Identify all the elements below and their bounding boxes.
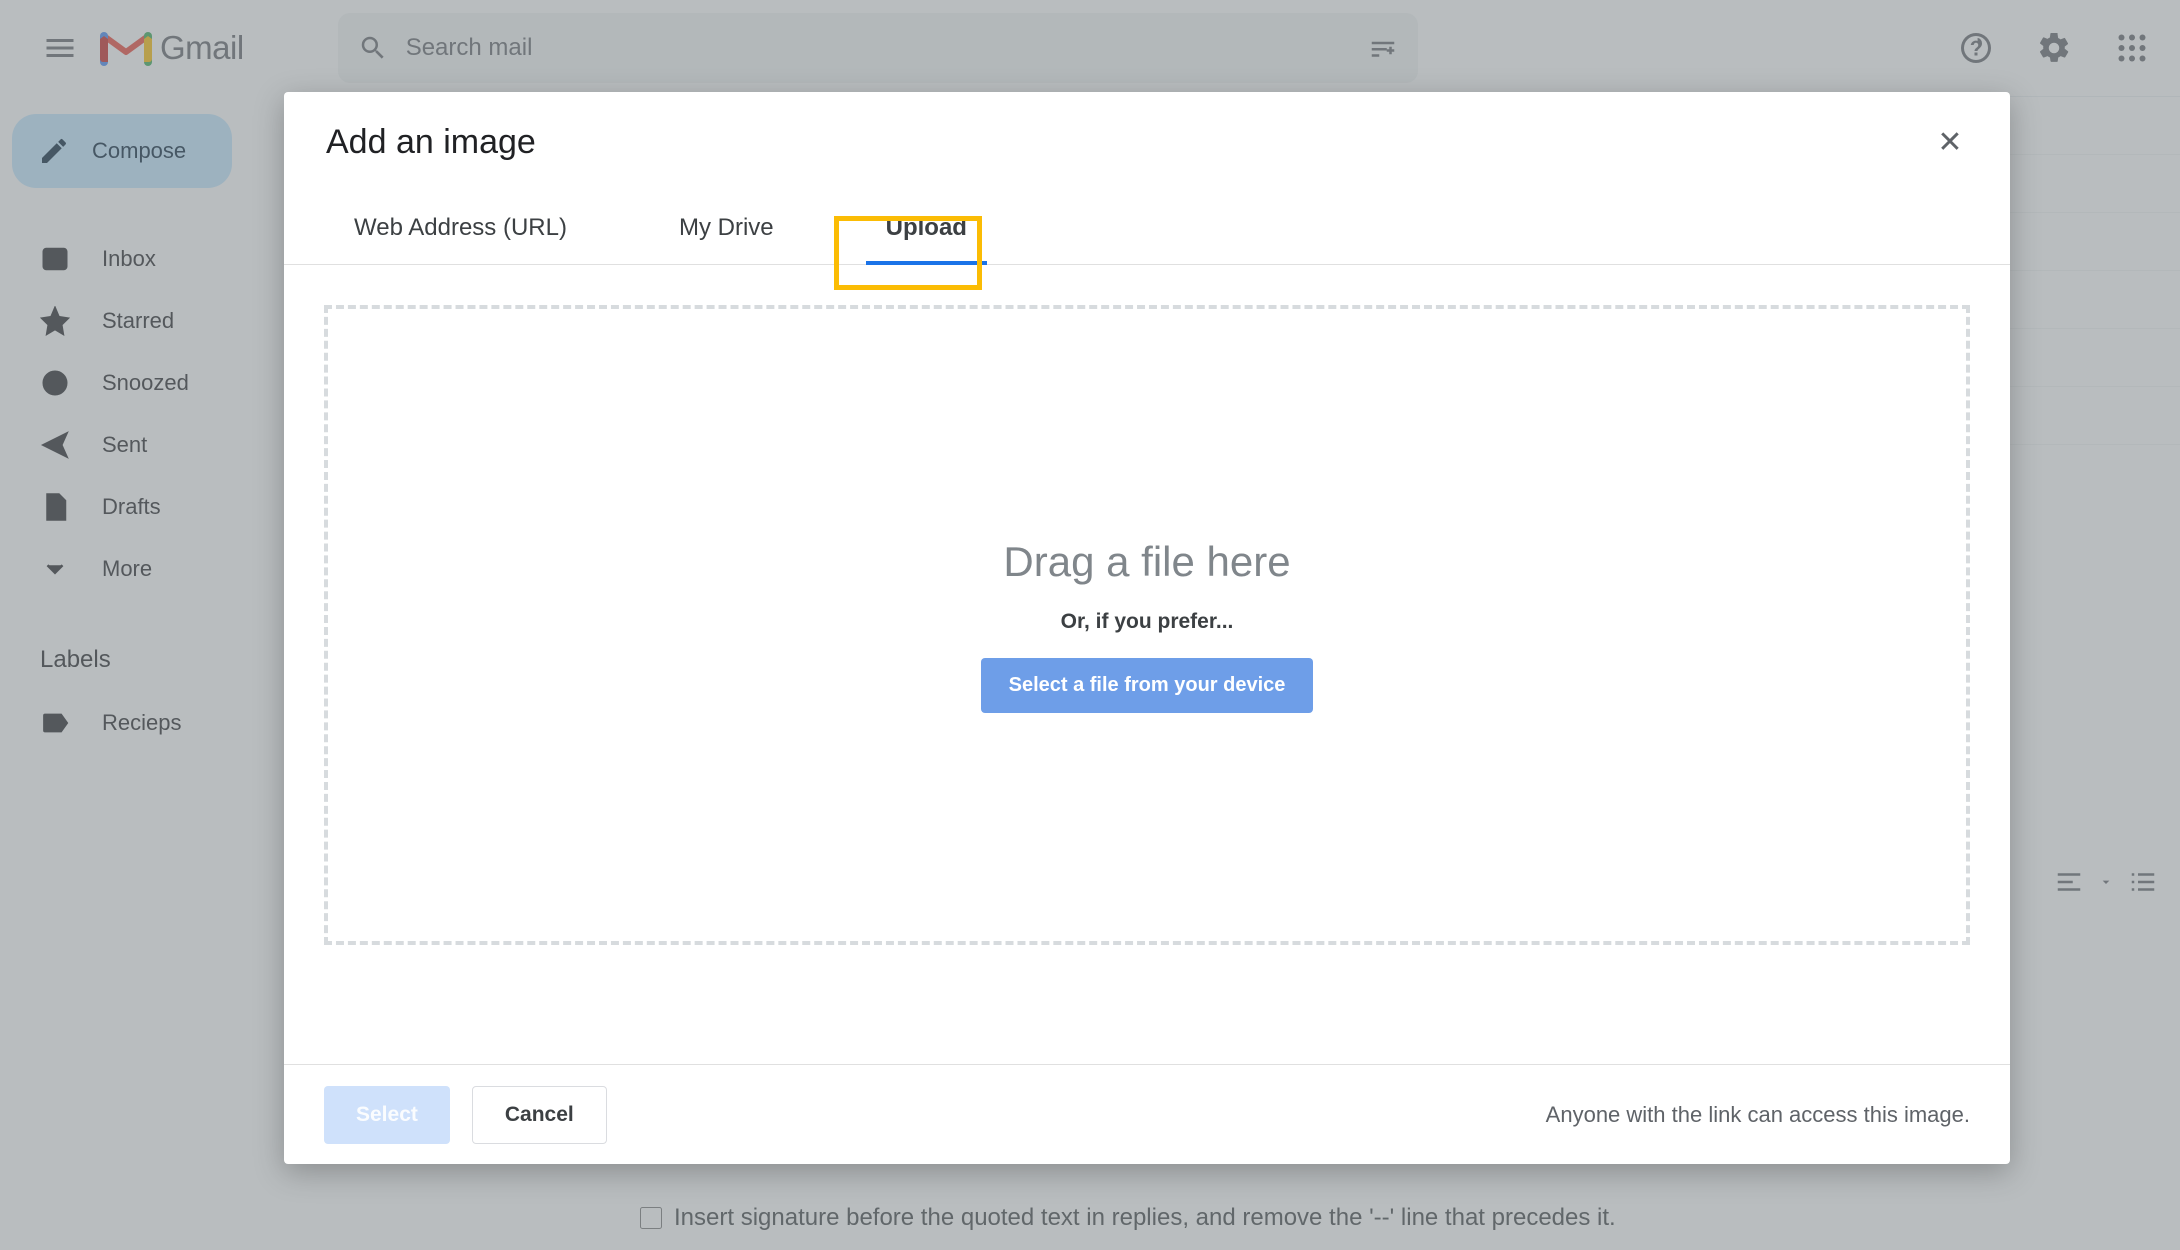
upload-dropzone[interactable]: Drag a file here Or, if you prefer... Se… — [324, 305, 1970, 945]
dialog-close-button[interactable]: ✕ — [1930, 122, 1970, 162]
select-button-label: Select — [356, 1103, 418, 1127]
close-icon: ✕ — [1937, 125, 1962, 160]
tab-web-address[interactable]: Web Address (URL) — [326, 200, 595, 264]
dialog-tabs: Web Address (URL) My Drive Upload — [284, 162, 2010, 265]
tab-label: Upload — [886, 214, 967, 241]
dropzone-title: Drag a file here — [1003, 538, 1290, 586]
footer-note: Anyone with the link can access this ima… — [1546, 1102, 1970, 1128]
dropzone-subtitle: Or, if you prefer... — [1061, 610, 1234, 634]
select-button[interactable]: Select — [324, 1086, 450, 1144]
select-file-button-label: Select a file from your device — [1009, 674, 1286, 696]
cancel-button-label: Cancel — [505, 1103, 574, 1127]
tab-label: Web Address (URL) — [354, 214, 567, 241]
add-image-dialog: Add an image ✕ Web Address (URL) My Driv… — [284, 92, 2010, 1164]
tab-label: My Drive — [679, 214, 774, 241]
cancel-button[interactable]: Cancel — [472, 1086, 607, 1144]
tab-upload[interactable]: Upload — [858, 200, 995, 264]
tab-my-drive[interactable]: My Drive — [651, 200, 802, 264]
select-file-button[interactable]: Select a file from your device — [981, 658, 1314, 713]
dialog-title: Add an image — [326, 123, 536, 162]
dialog-footer: Select Cancel Anyone with the link can a… — [284, 1064, 2010, 1164]
